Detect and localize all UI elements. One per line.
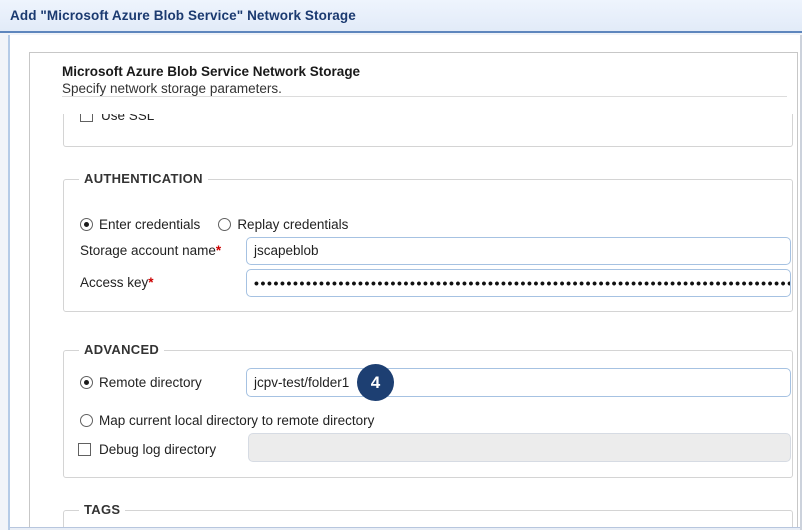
authentication-legend: AUTHENTICATION: [79, 171, 208, 186]
enter-credentials-label: Enter credentials: [99, 217, 200, 232]
authentication-fieldset: AUTHENTICATION Enter credentials Replay …: [63, 179, 793, 312]
access-key-input[interactable]: ••••••••••••••••••••••••••••••••••••••••…: [246, 269, 791, 297]
use-ssl-row: Use SSL: [80, 114, 154, 123]
page-title: Microsoft Azure Blob Service Network Sto…: [62, 64, 360, 79]
callout-badge: 4: [357, 364, 394, 401]
page-subtitle: Specify network storage parameters.: [62, 81, 282, 96]
dialog-window: Add "Microsoft Azure Blob Service" Netwo…: [0, 0, 802, 530]
use-ssl-checkbox[interactable]: [80, 114, 93, 122]
map-local-directory-radio[interactable]: [80, 414, 93, 427]
advanced-fieldset: ADVANCED Remote directory jcpv-test/fold…: [63, 350, 793, 478]
storage-account-label: Storage account name*: [80, 237, 221, 265]
advanced-legend: ADVANCED: [79, 342, 164, 357]
enter-credentials-radio[interactable]: [80, 218, 93, 231]
use-ssl-label: Use SSL: [101, 114, 154, 123]
storage-account-input[interactable]: jscapeblob: [246, 237, 791, 265]
map-local-directory-label: Map current local directory to remote di…: [99, 413, 374, 428]
replay-credentials-option[interactable]: Replay credentials: [218, 217, 348, 232]
clipped-previous-fieldset: Use SSL: [63, 114, 793, 147]
map-local-directory-option[interactable]: Map current local directory to remote di…: [80, 413, 374, 428]
debug-log-label: Debug log directory: [99, 442, 216, 457]
remote-directory-option[interactable]: Remote directory: [80, 375, 202, 390]
debug-log-directory-input: [248, 433, 791, 462]
tags-legend: TAGS: [79, 502, 125, 517]
replay-credentials-label: Replay credentials: [237, 217, 348, 232]
debug-log-option[interactable]: Debug log directory: [78, 442, 216, 457]
content-panel: Microsoft Azure Blob Service Network Sto…: [29, 52, 798, 530]
remote-directory-input[interactable]: jcpv-test/folder1: [246, 368, 791, 397]
debug-log-checkbox[interactable]: [78, 443, 91, 456]
required-asterisk: *: [148, 275, 153, 290]
required-asterisk: *: [216, 243, 221, 258]
header-separator: [62, 96, 787, 97]
dialog-body: Microsoft Azure Blob Service Network Sto…: [8, 35, 802, 530]
dialog-title: Add "Microsoft Azure Blob Service" Netwo…: [10, 8, 356, 23]
enter-credentials-option[interactable]: Enter credentials: [80, 217, 200, 232]
remote-directory-radio[interactable]: [80, 376, 93, 389]
dialog-titlebar: Add "Microsoft Azure Blob Service" Netwo…: [0, 0, 802, 33]
credentials-radio-row: Enter credentials Replay credentials: [80, 217, 348, 232]
remote-directory-label: Remote directory: [99, 375, 202, 390]
replay-credentials-radio[interactable]: [218, 218, 231, 231]
access-key-label: Access key*: [80, 269, 154, 297]
